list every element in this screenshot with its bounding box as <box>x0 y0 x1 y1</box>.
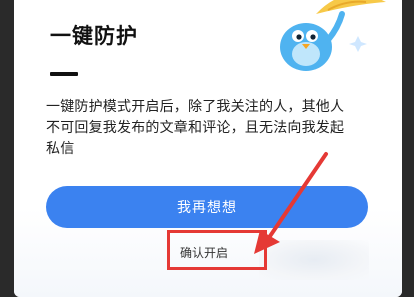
title-underline <box>50 72 78 76</box>
annotation-arrow <box>254 152 328 254</box>
description-line: 不可回复我发布的文章和评论，且无法向我发起 <box>46 120 345 136</box>
dialog-description: 一键防护模式开启后，除了我关注的人，其他人 不可回复我发布的文章和评论，且无法向… <box>46 97 390 160</box>
protection-dialog: 一键防护 一键防护模式开启后，除了我关注的人，其他人 不可回复我发布的文章和评论… <box>14 0 402 297</box>
description-line: 私信 <box>46 141 75 157</box>
dialog-title: 一键防护 <box>50 24 138 48</box>
mascot-illustration <box>280 0 386 71</box>
description-line: 一键防护模式开启后，除了我关注的人，其他人 <box>46 99 345 115</box>
